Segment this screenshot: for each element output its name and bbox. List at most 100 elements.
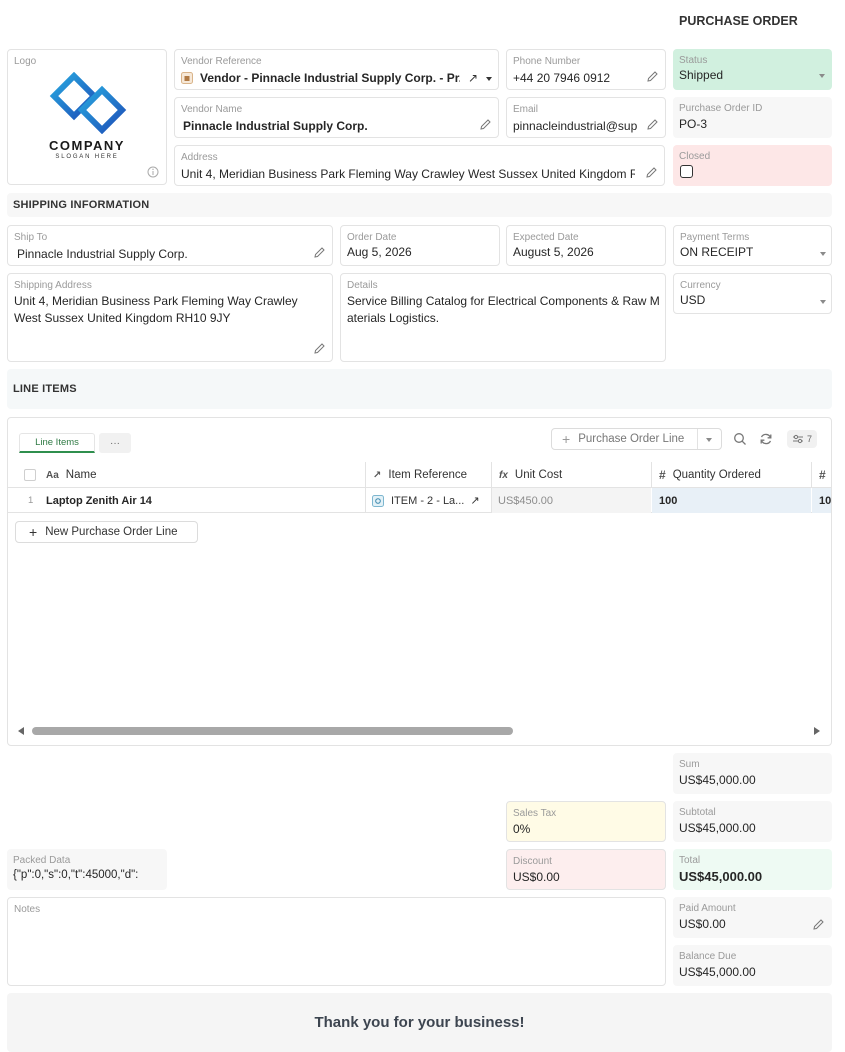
pencil-icon[interactable] bbox=[646, 70, 659, 83]
column-divider bbox=[491, 462, 492, 488]
shipping-address-value: Unit 4, Meridian Business Park Fleming W… bbox=[14, 294, 298, 325]
balance-due-value: US$45,000.00 bbox=[679, 965, 756, 979]
order-date-label: Order Date bbox=[347, 232, 397, 243]
shipping-heading: SHIPPING INFORMATION bbox=[13, 199, 150, 211]
notes-field[interactable]: Notes bbox=[7, 897, 666, 986]
details-label: Details bbox=[347, 280, 378, 291]
sum-field: Sum US$45,000.00 bbox=[673, 753, 832, 794]
sales-tax-label: Sales Tax bbox=[513, 808, 557, 819]
chevron-down-icon[interactable] bbox=[820, 252, 826, 256]
new-line-button[interactable]: + New Purchase Order Line bbox=[15, 521, 198, 543]
footer-banner: Thank you for your business! bbox=[7, 993, 832, 1052]
cell-quantity[interactable]: 100 bbox=[652, 488, 811, 513]
column-header-unit-cost[interactable]: fx Unit Cost bbox=[499, 462, 649, 488]
filter-button[interactable]: 7 bbox=[787, 430, 817, 448]
refresh-icon[interactable] bbox=[759, 432, 773, 446]
expected-date-field[interactable]: Expected Date August 5, 2026 bbox=[506, 225, 666, 266]
status-field[interactable]: Status Shipped bbox=[673, 49, 832, 90]
column-header-name[interactable]: Aa Name bbox=[46, 462, 364, 488]
status-label: Status bbox=[679, 55, 708, 66]
payment-terms-field[interactable]: Payment Terms ON RECEIPT bbox=[673, 225, 832, 266]
column-divider bbox=[651, 462, 652, 488]
currency-field[interactable]: Currency USD bbox=[673, 273, 832, 314]
open-link-icon[interactable]: ↗ bbox=[468, 71, 478, 85]
po-id-label: Purchase Order ID bbox=[679, 103, 763, 114]
cell-item-reference[interactable]: ITEM - 2 - La... ↗ bbox=[372, 488, 490, 513]
ship-to-label: Ship To bbox=[14, 232, 48, 243]
chevron-down-icon[interactable] bbox=[819, 74, 825, 78]
discount-value: US$0.00 bbox=[513, 870, 560, 884]
cell-name[interactable]: Laptop Zenith Air 14 bbox=[46, 488, 362, 513]
pencil-icon[interactable] bbox=[313, 246, 326, 259]
horizontal-scrollbar-thumb[interactable] bbox=[32, 727, 513, 735]
horizontal-scrollbar-track[interactable] bbox=[32, 726, 807, 736]
open-link-icon[interactable]: ↗ bbox=[470, 494, 479, 507]
chevron-down-icon[interactable] bbox=[486, 77, 492, 81]
shipping-address-label: Shipping Address bbox=[14, 280, 92, 291]
phone-field[interactable]: Phone Number +44 20 7946 0912 bbox=[506, 49, 666, 90]
pencil-icon[interactable] bbox=[313, 342, 326, 355]
line-items-table: Line Items ··· + Purchase Order Line 7 A… bbox=[7, 417, 832, 746]
vendor-name-field[interactable]: Vendor Name Pinnacle Industrial Supply C… bbox=[174, 97, 499, 138]
pencil-icon[interactable] bbox=[646, 118, 659, 131]
tab-line-items[interactable]: Line Items bbox=[19, 433, 95, 453]
scroll-right-arrow[interactable] bbox=[814, 727, 820, 735]
row-number: 1 bbox=[28, 495, 34, 506]
vendor-name-value: Pinnacle Industrial Supply Corp. bbox=[183, 119, 368, 133]
sum-label: Sum bbox=[679, 759, 700, 770]
filter-icon bbox=[792, 434, 803, 444]
tab-more[interactable]: ··· bbox=[99, 433, 131, 453]
column-header-quantity[interactable]: # Quantity Ordered bbox=[659, 462, 809, 488]
closed-checkbox[interactable] bbox=[680, 165, 693, 178]
button-divider bbox=[697, 429, 698, 449]
column-header-item-reference[interactable]: ↗ Item Reference bbox=[373, 462, 491, 488]
order-date-field[interactable]: Order Date Aug 5, 2026 bbox=[340, 225, 500, 266]
pencil-icon[interactable] bbox=[479, 118, 492, 131]
table-header-row: Aa Name ↗ Item Reference fx Unit Cost # … bbox=[8, 462, 831, 488]
closed-field[interactable]: Closed bbox=[673, 145, 832, 186]
address-field[interactable]: Address Unit 4, Meridian Business Park F… bbox=[174, 145, 665, 186]
pencil-icon[interactable] bbox=[645, 166, 658, 179]
discount-field[interactable]: Discount US$0.00 bbox=[506, 849, 666, 890]
search-icon[interactable] bbox=[733, 432, 747, 446]
email-label: Email bbox=[513, 104, 539, 115]
details-field[interactable]: Details Service Billing Catalog for Elec… bbox=[340, 273, 666, 362]
column-header-next[interactable]: # bbox=[819, 462, 831, 488]
select-all-checkbox[interactable] bbox=[24, 469, 36, 481]
phone-label: Phone Number bbox=[513, 56, 581, 67]
scroll-left-arrow[interactable] bbox=[18, 727, 24, 735]
total-label: Total bbox=[679, 855, 701, 866]
vendor-reference-label: Vendor Reference bbox=[181, 56, 262, 67]
logo-card[interactable]: Logo COMPANY SLOGAN HERE bbox=[7, 49, 167, 185]
number-type-icon: # bbox=[659, 468, 666, 482]
pencil-icon[interactable] bbox=[812, 918, 825, 931]
cell-next[interactable]: 10 bbox=[812, 488, 831, 513]
item-ref-text: ITEM - 2 - La... bbox=[391, 494, 465, 507]
payment-terms-label: Payment Terms bbox=[680, 232, 750, 243]
add-line-button[interactable]: + Purchase Order Line bbox=[551, 428, 722, 450]
vendor-reference-field[interactable]: Vendor Reference Vendor - Pinnacle Indus… bbox=[174, 49, 499, 90]
shipping-section-header: SHIPPING INFORMATION bbox=[7, 193, 832, 217]
sales-tax-field[interactable]: Sales Tax 0% bbox=[506, 801, 666, 842]
record-icon bbox=[181, 72, 193, 84]
discount-label: Discount bbox=[513, 856, 552, 867]
tab-line-items-label: Line Items bbox=[35, 437, 79, 448]
chevron-down-icon[interactable] bbox=[820, 300, 826, 304]
info-icon[interactable] bbox=[147, 166, 159, 178]
ship-to-field[interactable]: Ship To Pinnacle Industrial Supply Corp. bbox=[7, 225, 333, 266]
column-divider bbox=[811, 462, 812, 488]
paid-amount-field[interactable]: Paid Amount US$0.00 bbox=[673, 897, 832, 938]
line-items-heading: LINE ITEMS bbox=[13, 383, 77, 395]
expected-date-label: Expected Date bbox=[513, 232, 579, 243]
column-unit-cost-label: Unit Cost bbox=[514, 469, 563, 481]
shipping-address-field[interactable]: Shipping Address Unit 4, Meridian Busine… bbox=[7, 273, 333, 362]
column-item-ref-label: Item Reference bbox=[388, 469, 468, 481]
currency-value: USD bbox=[680, 293, 706, 307]
closed-label: Closed bbox=[679, 151, 711, 162]
chevron-down-icon[interactable] bbox=[706, 438, 712, 442]
email-field[interactable]: Email pinnacleindustrial@sup bbox=[506, 97, 666, 138]
total-value: US$45,000.00 bbox=[679, 869, 763, 884]
table-row[interactable]: 1 Laptop Zenith Air 14 ITEM - 2 - La... … bbox=[8, 488, 831, 513]
company-name: COMPANY bbox=[49, 138, 125, 153]
currency-label: Currency bbox=[680, 280, 721, 291]
